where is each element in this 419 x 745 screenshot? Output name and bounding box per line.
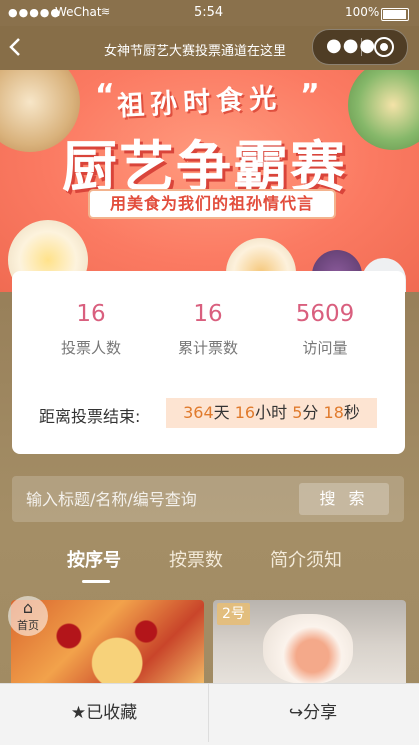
close-miniprogram-icon[interactable] [374, 37, 394, 57]
favorite-label: 已收藏 [86, 703, 138, 723]
capsule-divider [361, 38, 362, 56]
quote-mark: ” [300, 78, 320, 113]
stat-label: 投票人数 [60, 339, 121, 357]
search-bar: 搜 索 [12, 476, 404, 522]
entry-number-badge: 2号 [217, 603, 250, 625]
share-button[interactable]: ↪分享 [209, 684, 417, 742]
favorite-button[interactable]: ★已收藏 [0, 684, 208, 742]
bottom-action-bar: ★已收藏 ↪分享 [0, 683, 419, 745]
home-label: 首页 [17, 619, 39, 632]
banner-subheadline: 祖孙时食光 [116, 82, 283, 123]
home-icon: ⌂ [22, 598, 34, 617]
share-icon: ↪ [288, 703, 304, 723]
seconds-unit: 秒 [343, 403, 360, 422]
minutes-unit: 分 [302, 403, 319, 422]
share-label: 分享 [303, 703, 338, 723]
stat-total-votes: 16 累计票数 [153, 299, 263, 358]
entry-photo [263, 614, 353, 684]
stat-label: 访问量 [302, 339, 348, 357]
stats-card: 16 投票人数 16 累计票数 5609 访问量 距离投票结束: 364天 16… [12, 271, 405, 454]
chevron-left-icon [9, 38, 20, 56]
sort-tabs: 按序号 按票数 简介须知 [0, 546, 419, 586]
countdown-minutes: 5 [292, 403, 303, 422]
page-title: 女神节厨艺大赛投票通道在这里 [104, 44, 287, 59]
quote-mark: “ [95, 78, 115, 113]
home-button[interactable]: ⌂ 首页 [8, 596, 48, 636]
star-icon: ★ [70, 703, 87, 723]
countdown-days: 364 [183, 403, 214, 422]
stat-visits: 5609 访问量 [270, 299, 380, 358]
tab-by-votes[interactable]: 按票数 [169, 546, 223, 572]
entry-card[interactable]: 2号 [213, 600, 406, 690]
countdown-seconds: 18 [323, 403, 344, 422]
miniprogram-capsule: ●●● [312, 29, 408, 65]
battery-percent: 100% [345, 5, 380, 19]
clock: 5:54 [194, 5, 224, 20]
more-icon[interactable]: ●●● [326, 36, 376, 56]
search-button[interactable]: 搜 索 [299, 483, 389, 515]
stat-value: 16 [76, 301, 106, 327]
food-plate-decoration [348, 70, 419, 150]
days-unit: 天 [213, 403, 230, 422]
stat-voters: 16 投票人数 [36, 299, 146, 358]
countdown-label: 距离投票结束: [39, 407, 141, 426]
nav-bar: 女神节厨艺大赛投票通道在这里 ●●● [0, 26, 419, 70]
active-tab-indicator [82, 580, 110, 583]
battery-icon [381, 8, 409, 21]
hours-unit: 小时 [255, 403, 288, 422]
tab-by-number[interactable]: 按序号 [67, 546, 121, 572]
countdown-hours: 16 [234, 403, 256, 422]
tab-intro[interactable]: 简介须知 [270, 546, 342, 572]
hero-banner: “ 祖孙时食光 ” 厨艺争霸赛 用美食为我们的祖孙情代言 [0, 70, 419, 292]
carrier-label: WeChat [55, 5, 102, 19]
wifi-icon: ≋ [101, 5, 111, 18]
back-button[interactable] [8, 36, 28, 60]
signal-icon: ●●●●● [8, 6, 61, 19]
status-bar: ●●●●● WeChat ≋ 5:54 100% [0, 0, 419, 26]
stat-value: 5609 [295, 301, 355, 327]
stat-label: 累计票数 [177, 339, 238, 357]
banner-headline: 厨艺争霸赛 [62, 135, 348, 199]
stat-value: 16 [193, 301, 223, 327]
banner-slogan: 用美食为我们的祖孙情代言 [90, 191, 334, 217]
page: ●●●●● WeChat ≋ 5:54 100% 女神节厨艺大赛投票通道在这里 … [0, 0, 419, 745]
countdown-timer: 364天 16小时 5分 18秒 [166, 398, 377, 428]
search-input[interactable] [26, 485, 296, 513]
